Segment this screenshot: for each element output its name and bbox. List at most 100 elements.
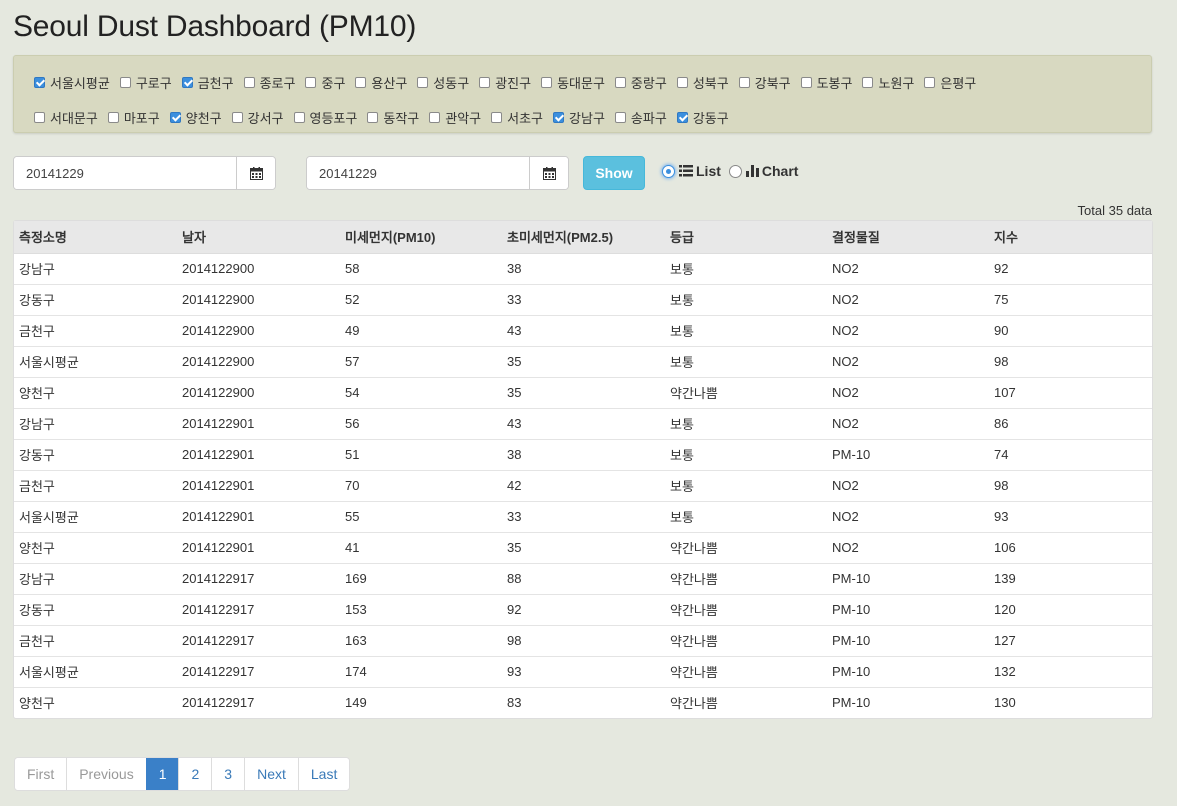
- district-label: 종로구: [259, 76, 296, 91]
- district-filter-panel: 서울시평균 구로구 금천구 종로구 중구 용산구 성동구 광진구 동대문구 중랑구 성북구 강북구 도봉…: [13, 55, 1152, 133]
- district-checkbox-item[interactable]: 송파구: [614, 108, 667, 127]
- district-checkbox-item[interactable]: 서대문구: [34, 108, 98, 127]
- table-cell: 49: [340, 314, 502, 346]
- district-label: 서초구: [507, 111, 544, 126]
- district-checkbox-item[interactable]: 강서구: [231, 108, 284, 127]
- show-button[interactable]: Show: [583, 156, 645, 190]
- checkbox-unchecked[interactable]: [119, 77, 131, 88]
- checkbox-unchecked[interactable]: [305, 77, 317, 88]
- table-cell: 130: [989, 686, 1152, 718]
- checkbox-unchecked[interactable]: [491, 112, 503, 123]
- chart-view-option[interactable]: Chart: [728, 163, 798, 179]
- table-cell: 약간나쁨: [665, 655, 827, 687]
- table-cell: 금천구: [14, 314, 177, 346]
- district-label: 강북구: [754, 76, 791, 91]
- district-checkbox-item[interactable]: 마포구: [107, 108, 160, 127]
- bar-chart-icon: [745, 165, 759, 177]
- data-table-container: 측정소명 날자 미세먼지(PM10) 초미세먼지(PM2.5) 등급 결정물질 지수 강남구…: [13, 220, 1153, 719]
- table-cell: PM-10: [827, 655, 989, 687]
- page-button[interactable]: Last: [297, 758, 350, 790]
- table-cell: 88: [502, 562, 665, 594]
- checkbox-unchecked[interactable]: [862, 77, 874, 88]
- table-cell: 98: [989, 345, 1152, 377]
- table-row: 서울시평균 2014122917 174 93 약간나쁨 PM-10 132: [14, 655, 1152, 687]
- district-label: 양천구: [185, 111, 222, 126]
- district-checkbox-item[interactable]: 강북구: [738, 73, 791, 92]
- page-button[interactable]: First: [15, 758, 67, 790]
- page-button[interactable]: Previous: [66, 758, 146, 790]
- table-cell: 2014122901: [177, 500, 340, 532]
- district-checkbox-item[interactable]: 동대문구: [541, 73, 605, 92]
- checkbox-checked[interactable]: [169, 112, 181, 123]
- checkbox-unchecked[interactable]: [367, 112, 379, 123]
- table-cell: 163: [340, 624, 502, 656]
- table-cell: 2014122900: [177, 376, 340, 408]
- column-header: 초미세먼지(PM2.5): [502, 221, 665, 254]
- page-button[interactable]: Next: [244, 758, 298, 790]
- page-button[interactable]: 3: [211, 758, 245, 790]
- checkbox-unchecked[interactable]: [429, 112, 441, 123]
- district-checkbox-item[interactable]: 서초구: [491, 108, 543, 127]
- district-checkbox-item[interactable]: 영등포구: [293, 108, 357, 127]
- checkbox-unchecked[interactable]: [614, 77, 626, 88]
- checkbox-unchecked[interactable]: [417, 77, 429, 88]
- district-checkbox-item[interactable]: 양천구: [169, 108, 222, 127]
- district-checkbox-item[interactable]: 성북구: [676, 73, 729, 92]
- district-checkbox-item[interactable]: 은평구: [924, 73, 976, 92]
- district-checkbox-item[interactable]: 종로구: [243, 73, 296, 92]
- district-checkbox-item[interactable]: 노원구: [862, 73, 914, 92]
- checkbox-unchecked[interactable]: [107, 112, 119, 123]
- checkbox-unchecked[interactable]: [738, 77, 750, 88]
- district-checkbox-item[interactable]: 서울시평균: [34, 73, 110, 92]
- district-checkbox-item[interactable]: 성동구: [417, 73, 469, 92]
- district-checkbox-item[interactable]: 도봉구: [800, 73, 852, 92]
- district-checkbox-item[interactable]: 용산구: [355, 73, 407, 92]
- start-calendar-button[interactable]: [236, 157, 275, 189]
- district-checkbox-item[interactable]: 관악구: [429, 108, 481, 127]
- checkbox-checked[interactable]: [553, 112, 565, 123]
- checkbox-unchecked[interactable]: [614, 112, 626, 123]
- checkbox-unchecked[interactable]: [293, 112, 305, 123]
- table-row: 양천구 2014122917 149 83 약간나쁨 PM-10 130: [14, 686, 1152, 718]
- checkbox-checked[interactable]: [676, 112, 688, 123]
- table-row: 양천구 2014122901 41 35 약간나쁨 NO2 106: [14, 531, 1152, 563]
- table-cell: 금천구: [14, 469, 177, 501]
- table-cell: 51: [340, 438, 502, 470]
- district-row-1: 서울시평균 구로구 금천구 종로구 중구 용산구 성동구 광진구 동대문구 중랑구 성북구 강북구 도봉…: [34, 65, 1151, 100]
- district-checkbox-item[interactable]: 중랑구: [614, 73, 667, 92]
- list-view-option[interactable]: List: [662, 163, 721, 179]
- page-button[interactable]: 2: [178, 758, 212, 790]
- checkbox-unchecked[interactable]: [34, 112, 45, 123]
- start-date-input[interactable]: [14, 157, 236, 189]
- checkbox-unchecked[interactable]: [676, 77, 688, 88]
- district-checkbox-item[interactable]: 구로구: [119, 73, 172, 92]
- district-checkbox-item[interactable]: 금천구: [181, 73, 234, 92]
- checkbox-unchecked[interactable]: [800, 77, 812, 88]
- district-checkbox-item[interactable]: 강남구: [553, 108, 605, 127]
- district-checkbox-item[interactable]: 동작구: [367, 108, 419, 127]
- table-cell: 98: [502, 624, 665, 656]
- checkbox-checked[interactable]: [34, 77, 45, 88]
- table-cell: 강동구: [14, 283, 177, 315]
- page-button[interactable]: 1: [145, 758, 179, 790]
- end-date-input[interactable]: [307, 157, 529, 189]
- district-checkbox-item[interactable]: 강동구: [676, 108, 729, 127]
- checkbox-checked[interactable]: [181, 77, 193, 88]
- district-checkbox-item[interactable]: 중구: [305, 73, 345, 92]
- checkbox-unchecked[interactable]: [231, 112, 243, 123]
- checkbox-unchecked[interactable]: [541, 77, 553, 88]
- district-checkbox-item[interactable]: 광진구: [479, 73, 531, 92]
- district-label: 중랑구: [630, 76, 667, 91]
- table-cell: 56: [340, 407, 502, 439]
- checkbox-unchecked[interactable]: [243, 77, 255, 88]
- chart-radio[interactable]: [728, 164, 742, 178]
- checkbox-unchecked[interactable]: [355, 77, 367, 88]
- checkbox-unchecked[interactable]: [924, 77, 936, 88]
- table-cell: 2014122901: [177, 469, 340, 501]
- list-radio[interactable]: [662, 164, 675, 178]
- end-calendar-button[interactable]: [529, 157, 568, 189]
- table-cell: 강동구: [14, 438, 177, 470]
- table-row: 금천구 2014122901 70 42 보통 NO2 98: [14, 469, 1152, 501]
- checkbox-unchecked[interactable]: [479, 77, 491, 88]
- table-body: 강남구 2014122900 58 38 보통 NO2 92 강동구 2014122900 52 3…: [14, 253, 1152, 718]
